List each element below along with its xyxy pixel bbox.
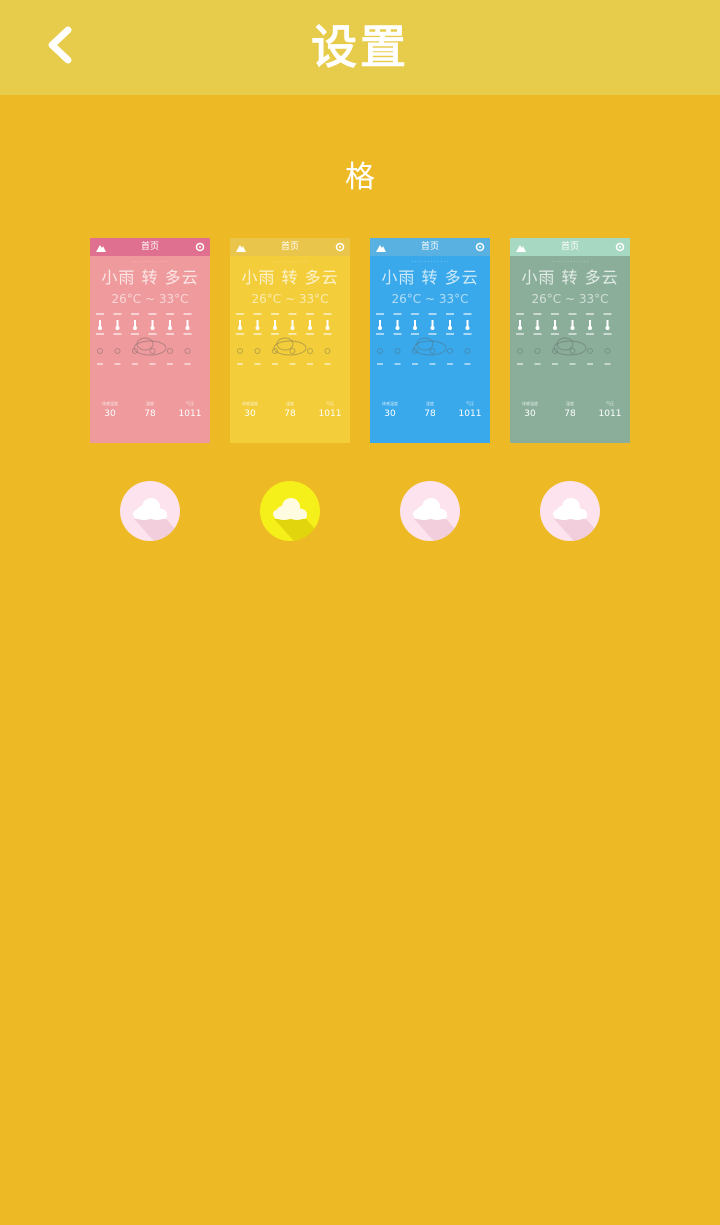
preview-temperature: 26°C ~ 33°C xyxy=(391,292,469,306)
preview-header: 首页 xyxy=(230,238,350,256)
preview-stat-value: 1011 xyxy=(318,409,342,419)
top-bar: 设置 xyxy=(0,0,720,95)
theme-select-button-yellow[interactable] xyxy=(260,481,320,541)
theme-preview-pink[interactable]: 首页 · · · · · · · · · · · · 小雨 转 多云 26°C ~ 3… xyxy=(90,238,210,443)
preview-stat: 气压 1011 xyxy=(310,401,350,421)
preview-header: 首页 xyxy=(370,238,490,256)
preview-stat-value: 30 xyxy=(384,409,396,419)
cloud-icon xyxy=(273,498,320,541)
preview-city: 首页 xyxy=(140,242,159,252)
preview-condition: 小雨 转 多云 xyxy=(101,268,199,287)
preview-date: · · · · · · · · · · · · xyxy=(271,259,309,265)
preview-stat-value: 78 xyxy=(284,409,296,419)
preview-date: · · · · · · · · · · · · xyxy=(411,259,449,265)
preview-header: 首页 xyxy=(510,238,630,256)
preview-stat-value: 1011 xyxy=(178,409,202,419)
preview-temperature: 26°C ~ 33°C xyxy=(531,292,609,306)
theme-preview-green[interactable]: 首页 · · · · · · · · · · · · 小雨 转 多云 26°C ~ 3… xyxy=(510,238,630,443)
preview-temperature: 26°C ~ 33°C xyxy=(111,292,189,306)
preview-city: 首页 xyxy=(560,242,579,252)
cloud-icon xyxy=(413,498,460,541)
preview-stat-value: 30 xyxy=(524,409,536,419)
preview-stat: 湿度 78 xyxy=(130,401,170,421)
preview-stat-value: 78 xyxy=(144,409,156,419)
preview-stat-value: 30 xyxy=(104,409,116,419)
theme-select-button-pink[interactable] xyxy=(120,481,180,541)
forecast-graphic xyxy=(96,313,192,365)
theme-preview-yellow[interactable]: 首页 · · · · · · · · · · · · 小雨 转 多云 26°C ~ 3… xyxy=(230,238,350,443)
preview-date: · · · · · · · · · · · · xyxy=(131,259,169,265)
preview-stat: 气压 1011 xyxy=(450,401,490,421)
forecast-graphic xyxy=(236,313,332,365)
theme-select-button-blue[interactable] xyxy=(400,481,460,541)
forecast-graphic xyxy=(376,313,472,365)
preview-stat: 气压 1011 xyxy=(170,401,210,421)
preview-stat-value: 1011 xyxy=(458,409,482,419)
preview-city: 首页 xyxy=(280,242,299,252)
preview-stat: 体感温度 30 xyxy=(510,401,550,421)
preview-stat-value: 30 xyxy=(244,409,256,419)
theme-select-button-green[interactable] xyxy=(540,481,600,541)
preview-stat-value: 78 xyxy=(424,409,436,419)
preview-stat: 体感温度 30 xyxy=(230,401,270,421)
cloud-icon xyxy=(553,498,600,541)
preview-stat: 湿度 78 xyxy=(270,401,310,421)
forecast-graphic xyxy=(516,313,612,365)
preview-temperature: 26°C ~ 33°C xyxy=(251,292,329,306)
preview-city: 首页 xyxy=(420,242,439,252)
preview-condition: 小雨 转 多云 xyxy=(521,268,619,287)
page-title: 设置 xyxy=(311,20,409,74)
preview-stat: 湿度 78 xyxy=(550,401,590,421)
section-title: 格 xyxy=(345,160,375,195)
preview-stat: 体感温度 30 xyxy=(370,401,410,421)
preview-header: 首页 xyxy=(90,238,210,256)
preview-condition: 小雨 转 多云 xyxy=(381,268,479,287)
preview-stat-value: 1011 xyxy=(598,409,622,419)
preview-stat: 湿度 78 xyxy=(410,401,450,421)
preview-stat: 气压 1011 xyxy=(590,401,630,421)
preview-date: · · · · · · · · · · · · xyxy=(551,259,589,265)
cloud-icon xyxy=(133,498,180,541)
preview-stat: 体感温度 30 xyxy=(90,401,130,421)
preview-stat-value: 78 xyxy=(564,409,576,419)
theme-preview-blue[interactable]: 首页 · · · · · · · · · · · · 小雨 转 多云 26°C ~ 3… xyxy=(370,238,490,443)
preview-condition: 小雨 转 多云 xyxy=(241,268,339,287)
